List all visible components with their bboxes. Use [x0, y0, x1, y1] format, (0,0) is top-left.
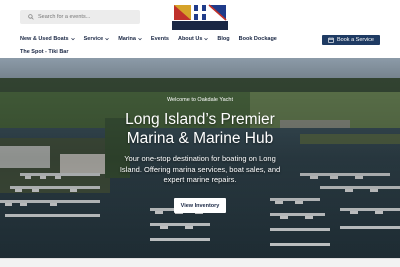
search-bar[interactable] [20, 10, 140, 24]
nav-label: Marina [118, 36, 136, 42]
nav-book-dockage[interactable]: Book Dockage [239, 36, 277, 42]
hero-headline: Long Island’s Premier Marina & Marine Hu… [100, 111, 300, 148]
chevron-down-icon [138, 38, 142, 41]
hero-subhead-line: Island. Offering marina services, boat s… [119, 164, 281, 174]
hero-section: Welcome to Oakdale Yacht Long Island’s P… [0, 58, 400, 258]
nav-marina[interactable]: Marina [118, 36, 142, 42]
nav-label: Book Dockage [238, 36, 277, 42]
hero-headline-line: Long Island’s Premier [125, 111, 275, 128]
site-logo[interactable] [172, 4, 228, 30]
calendar-icon [328, 37, 334, 43]
nav-events[interactable]: Events [151, 36, 169, 42]
hero-subhead-line: expert marine repairs. [163, 175, 237, 184]
hero-subhead: Your one-stop destination for boating on… [105, 154, 295, 186]
secondary-nav: The Spot - Tiki Bar [20, 49, 69, 55]
chevron-down-icon [204, 38, 209, 41]
hero-content: Welcome to Oakdale Yacht Long Island’s P… [0, 58, 400, 258]
main-nav: New & Used Boats Service Marina Events A… [20, 36, 277, 42]
view-inventory-button[interactable]: View Inventory [174, 198, 226, 213]
chevron-down-icon [105, 38, 109, 41]
nav-label: The Spot - Tiki Bar [20, 49, 69, 55]
nav-label: Blog [217, 36, 230, 42]
nav-label: About Us [177, 36, 203, 42]
below-fold-strip [0, 258, 400, 267]
nav-new-used-boats[interactable]: New & Used Boats [20, 36, 75, 42]
book-service-label: Book a Service [337, 37, 374, 43]
search-icon [24, 14, 38, 20]
chevron-down-icon [70, 38, 75, 41]
nav-label: New & Used Boats [20, 36, 69, 42]
search-input[interactable] [38, 11, 133, 23]
nav-service[interactable]: Service [84, 36, 110, 42]
hero-headline-line: Marina & Marine Hub [126, 129, 274, 147]
nav-the-spot-tiki-bar[interactable]: The Spot - Tiki Bar [20, 49, 69, 55]
nav-blog[interactable]: Blog [217, 36, 229, 42]
site-header: New & Used Boats Service Marina Events A… [0, 0, 400, 58]
nav-label: Events [150, 36, 169, 42]
yacht-flag-logo [172, 4, 228, 30]
book-service-button[interactable]: Book a Service [322, 35, 380, 45]
hero-welcome-text: Welcome to Oakdale Yacht [166, 97, 234, 103]
nav-about-us[interactable]: About Us [177, 36, 209, 42]
hero-subhead-line: Your one-stop destination for boating on… [124, 154, 276, 163]
nav-label: Service [83, 36, 104, 42]
